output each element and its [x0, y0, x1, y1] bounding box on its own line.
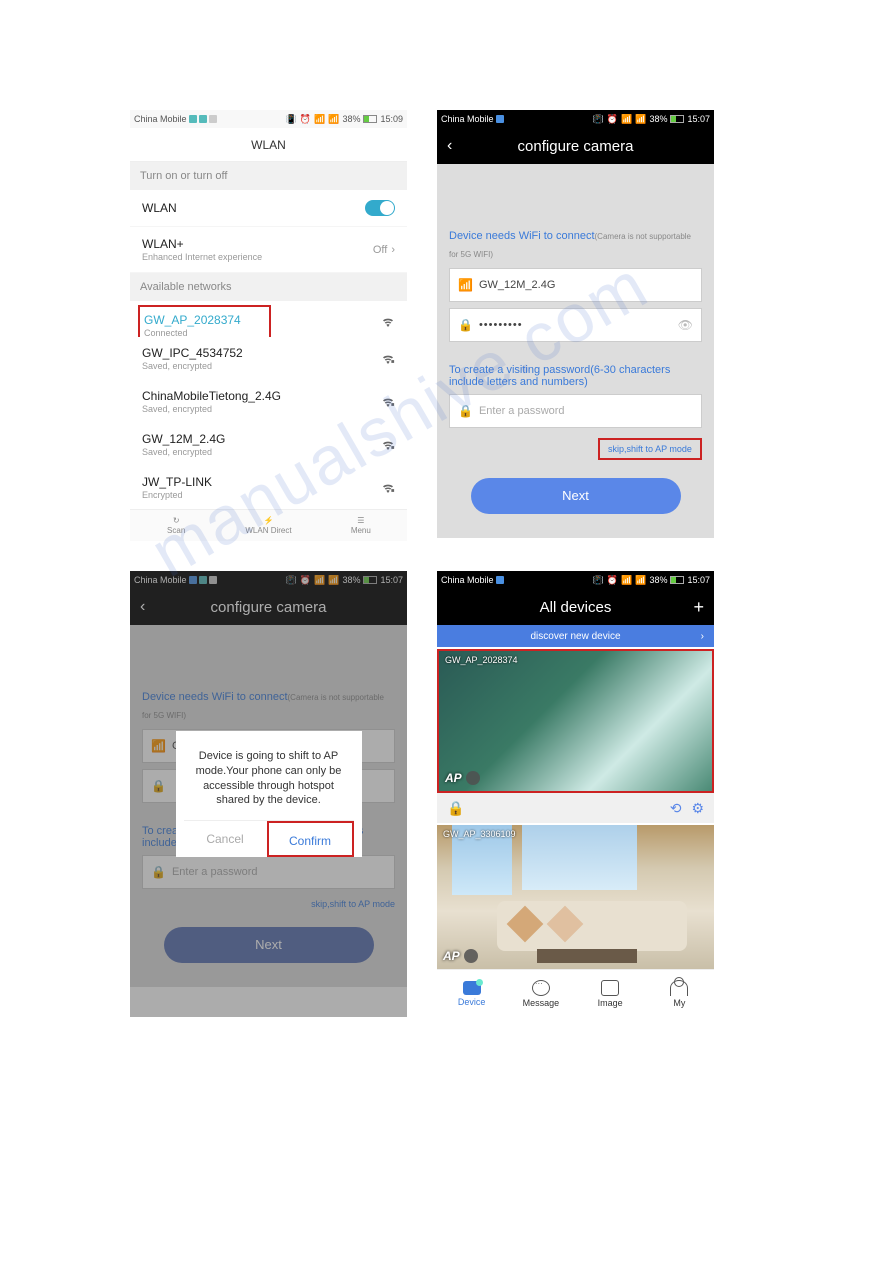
hint-text: Device needs WiFi to connect	[449, 230, 595, 242]
wifi-lock-icon	[381, 483, 395, 493]
screenshot-configure: China Mobile 📳⏰📶📶38%15:07 ‹ configure ca…	[437, 110, 714, 541]
discover-banner[interactable]: discover new device ›	[437, 625, 714, 647]
modal-overlay: Device is going to shift to AP mode.Your…	[130, 571, 407, 1017]
camera-controls: 🔒 ⟲ ⚙	[437, 793, 714, 823]
signal-icon: 📶	[635, 575, 646, 586]
confirm-button[interactable]: Confirm	[269, 823, 352, 859]
wlan-toggle[interactable]	[365, 200, 395, 216]
scan-button[interactable]: ↻Scan	[130, 510, 222, 541]
page-title: All devices +	[437, 589, 714, 625]
sim-icon	[496, 576, 504, 584]
status-bar: China Mobile 📳 ⏰ 📶 📶 38% 15:09	[130, 110, 407, 128]
network-row[interactable]: GW_12M_2.4GSaved, encrypted	[130, 423, 407, 466]
wlan-title: WLAN	[130, 128, 407, 162]
status-bar: China Mobile 📳⏰📶📶38%15:07	[437, 110, 714, 128]
image-icon	[601, 980, 619, 996]
lock-icon: 🔒	[458, 404, 473, 418]
message-icon	[532, 980, 550, 996]
wifi-lock-icon	[381, 440, 395, 450]
network-row[interactable]: JW_TP-LINKEncrypted	[130, 466, 407, 509]
add-device-icon[interactable]: +	[693, 597, 704, 618]
wifi-icon: 📶	[314, 114, 325, 125]
eye-icon[interactable]: 👁	[678, 318, 693, 332]
vibrate-icon: 📳	[593, 575, 604, 586]
screenshot-wlan: China Mobile 📳 ⏰ 📶 📶 38% 15:09 WLAN Turn…	[130, 110, 407, 541]
wlan-plus-row[interactable]: WLAN+Enhanced Internet experience Off›	[130, 227, 407, 273]
lock-icon: 🔒	[458, 318, 473, 332]
back-icon[interactable]: ‹	[447, 137, 452, 155]
sim-icon	[496, 115, 504, 123]
sim-icon	[189, 115, 197, 123]
chevron-right-icon: ›	[701, 631, 704, 642]
camera-label: GW_AP_2028374	[445, 655, 518, 665]
page-title: ‹ configure camera	[437, 128, 714, 164]
wifi-lock-icon	[381, 354, 395, 364]
signal-icon: 📶	[328, 114, 339, 125]
lock-icon[interactable]: 🔒	[447, 800, 464, 817]
next-button[interactable]: Next	[471, 478, 681, 514]
visiting-password-input[interactable]: 🔒 Enter a password	[449, 394, 702, 428]
vibrate-icon: 📳	[593, 114, 604, 125]
menu-icon: ☰	[315, 516, 407, 525]
wlan-toggle-row[interactable]: WLAN	[130, 190, 407, 227]
wifi-icon	[381, 317, 395, 327]
status-bar: China Mobile 📳⏰📶📶38%15:07	[437, 571, 714, 589]
section-label: Available networks	[130, 273, 407, 301]
skip-ap-mode-link[interactable]: skip,shift to AP mode	[598, 438, 702, 460]
wifi-icon: 📶	[621, 114, 632, 125]
chevron-right-icon: ›	[391, 244, 395, 256]
tab-message[interactable]: Message	[506, 970, 575, 1017]
alarm-icon: ⏰	[300, 114, 311, 125]
vibrate-icon: 📳	[286, 114, 297, 125]
menu-button[interactable]: ☰Menu	[315, 510, 407, 541]
highlight-box: Confirm	[267, 821, 354, 857]
battery-icon	[363, 115, 377, 123]
section-label: Turn on or turn off	[130, 162, 407, 190]
settings-icon[interactable]: ⚙	[691, 800, 704, 817]
network-row[interactable]: ChinaMobileTietong_2.4GSaved, encrypted	[130, 380, 407, 423]
alarm-icon: ⏰	[607, 114, 618, 125]
share-icon	[464, 949, 478, 963]
direct-icon: ⚡	[222, 516, 314, 525]
wifi-ssid-input[interactable]: 📶 GW_12M_2.4G	[449, 268, 702, 302]
playback-icon[interactable]: ⟲	[670, 800, 682, 817]
battery-icon	[670, 115, 684, 123]
signal-icon: 📶	[635, 114, 646, 125]
wifi-icon: 📶	[458, 278, 473, 292]
camera-thumbnail[interactable]: GW_AP_3306109 AP	[437, 825, 714, 969]
wlan-direct-button[interactable]: ⚡WLAN Direct	[222, 510, 314, 541]
wifi-lock-icon	[381, 397, 395, 407]
dialog-message: Device is going to shift to AP mode.Your…	[184, 749, 354, 820]
sim-icon	[199, 115, 207, 123]
tab-device[interactable]: Device	[437, 970, 506, 1017]
ap-badge: AP	[443, 949, 478, 963]
wifi-icon: 📶	[621, 575, 632, 586]
share-icon	[466, 771, 480, 785]
screenshot-configure-dialog: China Mobile 📳⏰📶📶38%15:07 ‹ configure ca…	[130, 571, 407, 1017]
camera-label: GW_AP_3306109	[443, 829, 516, 839]
wifi-password-input[interactable]: 🔒 ••••••••• 👁	[449, 308, 702, 342]
sim-icon	[209, 115, 217, 123]
tab-image[interactable]: Image	[576, 970, 645, 1017]
scan-icon: ↻	[130, 516, 222, 525]
tab-my[interactable]: My	[645, 970, 714, 1017]
hint-text: To create a visiting password(6-30 chara…	[449, 364, 702, 388]
profile-icon	[670, 980, 688, 996]
cancel-button[interactable]: Cancel	[184, 821, 267, 857]
bottom-bar: ↻Scan ⚡WLAN Direct ☰Menu	[130, 509, 407, 541]
ap-badge: AP	[445, 771, 480, 785]
battery-icon	[670, 576, 684, 584]
device-icon	[463, 981, 481, 995]
alarm-icon: ⏰	[607, 575, 618, 586]
screenshot-all-devices: China Mobile 📳⏰📶📶38%15:07 All devices + …	[437, 571, 714, 1017]
tab-bar: Device Message Image My	[437, 969, 714, 1017]
camera-thumbnail[interactable]: GW_AP_2028374 AP	[437, 649, 714, 793]
confirm-dialog: Device is going to shift to AP mode.Your…	[176, 731, 362, 857]
network-row[interactable]: GW_IPC_4534752Saved, encrypted	[130, 337, 407, 380]
